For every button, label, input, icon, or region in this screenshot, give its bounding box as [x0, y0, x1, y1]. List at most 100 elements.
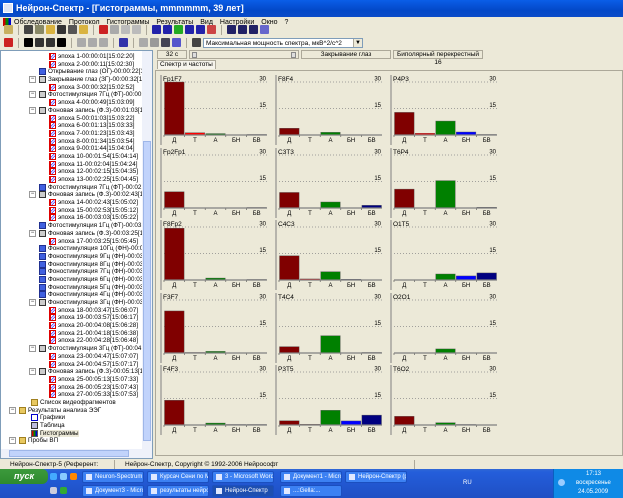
tree-item[interactable]: эпоха 26-00:05:23[15:07:43] — [1, 383, 143, 392]
preview-icon[interactable] — [121, 25, 130, 34]
gear-icon[interactable] — [150, 38, 159, 47]
tree-item[interactable]: эпоха 20-00:04:08[15:06:28] — [1, 322, 143, 330]
collapse-icon[interactable]: − — [29, 229, 36, 237]
chevron-down-icon[interactable]: ▼ — [353, 38, 362, 47]
collapse-icon[interactable]: − — [29, 91, 36, 99]
tree-item[interactable]: эпоха 9-00:01:44[15:04:04] — [1, 145, 143, 153]
last-icon[interactable] — [57, 38, 66, 47]
tree-item[interactable]: эпоха 21-00:04:18[15:06:38] — [1, 329, 143, 338]
tree-item[interactable]: Список видеофрагментов — [1, 398, 143, 407]
tree-item[interactable]: Фоностимуляция 8Гц (ФН)-00:03:45[15: — [1, 260, 152, 269]
tree-item[interactable]: − Фоностимуляция 3Гц (ФН)-00:03:47[15: — [1, 299, 152, 307]
scrollbar-thumb[interactable] — [143, 141, 151, 441]
time-slider[interactable] — [189, 50, 299, 59]
signal-icon[interactable] — [260, 25, 269, 34]
page-icon[interactable] — [88, 38, 97, 47]
taskbar-button[interactable]: Документ3 - Microso... — [82, 485, 144, 497]
tree-item[interactable]: Фоностимуляция 9Гц (ФН)-00:03:44[15: — [1, 252, 152, 261]
tree-item[interactable]: Таблица — [1, 422, 143, 430]
table-icon[interactable] — [161, 38, 170, 47]
tree-item[interactable]: эпоха 17-00:03:25[15:05:45] — [1, 237, 143, 246]
tab-spectrum-frequencies[interactable]: Спектр и частоты — [157, 60, 216, 69]
tree-item[interactable]: эпоха 24-00:04:57[15:07:17] — [1, 360, 143, 369]
desktop-icon[interactable] — [50, 487, 57, 494]
color-chart-icon[interactable] — [119, 38, 128, 47]
tree-item[interactable]: − Фотостимуляция 3Гц (ФТ)-00:04:47[15: — [1, 345, 152, 353]
tile-h-icon[interactable] — [238, 25, 247, 34]
taskbar-button[interactable]: Курсач Сени по Моб... — [147, 471, 209, 483]
tree-item[interactable]: − Фоновая запись (Ф.З)-00:03:25[15:05:45 — [1, 229, 152, 238]
tree-item[interactable]: эпоха 5-00:01:03[15:03:22] — [1, 114, 143, 123]
patient-icon[interactable] — [24, 25, 33, 34]
histogram-icon[interactable] — [4, 38, 13, 47]
tree-item[interactable]: − Фоновая запись (Ф.З)-00:01:03[15:03:2 — [1, 106, 152, 115]
tree-item[interactable]: эпоха 3-00:00:32[15:02:52] — [1, 83, 143, 92]
taskbar-button[interactable]: результаты нейрос... — [147, 485, 209, 497]
tree-item[interactable]: Фоностимуляция 7Гц (ФН)-00:03:45[15: — [1, 268, 152, 276]
collapse-icon[interactable]: − — [29, 106, 36, 114]
tree-item[interactable]: − Фотостимуляция 7Гц (ФТ)-00:00:49[15:0 — [1, 91, 152, 99]
card-icon[interactable] — [35, 25, 44, 34]
import-icon[interactable] — [99, 25, 108, 34]
firefox-icon[interactable] — [70, 473, 77, 480]
tree-item[interactable]: эпоха 2-00:00:11[15:02:30] — [1, 60, 143, 69]
taskbar-button[interactable]: Нейрон-Спектр (рук... — [345, 471, 407, 483]
taskbar-button[interactable]: 3 - Microsoft Word — [212, 471, 274, 483]
tree-item[interactable]: эпоха 12-00:02:15[15:04:35] — [1, 168, 143, 176]
tree-item[interactable]: эпоха 25-00:05:13[15:07:33] — [1, 375, 143, 384]
tree-item[interactable]: − Закрывание глаз (ЗГ)-00:00:32[15:02:52 — [1, 76, 152, 84]
clock-time[interactable]: 17:13 — [586, 471, 601, 477]
first-icon[interactable] — [24, 38, 33, 47]
tree-toggle-icon[interactable] — [4, 25, 13, 34]
collapse-icon[interactable]: − — [29, 299, 36, 306]
filter-icon[interactable] — [99, 38, 108, 47]
tree-item[interactable]: Фоностимуляция 5Гц (ФН)-00:03:46[15: — [1, 283, 152, 292]
tree-item[interactable]: эпоха 13-00:02:25[15:04:45] — [1, 176, 143, 184]
montage2-icon[interactable] — [163, 25, 172, 34]
tree-item[interactable]: эпоха 7-00:01:23[15:03:43] — [1, 129, 143, 138]
scrollbar-thumb[interactable] — [9, 450, 129, 457]
cascade-icon[interactable] — [227, 25, 236, 34]
tree-item[interactable]: Гистограммы — [1, 429, 143, 438]
collapse-icon[interactable]: − — [29, 345, 36, 353]
next-icon[interactable] — [46, 38, 55, 47]
tree-item[interactable]: − Фоновая запись (Ф.З)-00:02:43[15:05:02 — [1, 191, 152, 199]
tree-item[interactable]: эпоха 15-00:02:53[15:05:12] — [1, 206, 143, 215]
export-icon[interactable] — [68, 25, 77, 34]
explorer-icon[interactable] — [60, 473, 67, 480]
tree-item[interactable]: Графики — [1, 414, 143, 422]
tree-item[interactable]: Фотостимуляция 1Гц (ФТ)-00:03:16[15:0 — [1, 222, 152, 230]
print-icon[interactable] — [132, 25, 141, 34]
language-indicator[interactable]: RU — [463, 480, 472, 486]
collapse-icon[interactable]: − — [9, 437, 16, 445]
montage4-icon[interactable] — [185, 25, 194, 34]
tree-item[interactable]: эпоха 18-00:03:47[15:06:07] — [1, 306, 143, 315]
tree-item[interactable]: эпоха 16-00:03:03[15:05:22] — [1, 214, 143, 222]
collapse-icon[interactable]: − — [9, 406, 16, 414]
tree-item[interactable]: Открывание глаз (ОГ)-00:00:22[15:02:42 — [1, 68, 152, 76]
tree-item[interactable]: эпоха 14-00:02:43[15:05:02] — [1, 199, 143, 207]
tree-item[interactable]: Фоностимуляция 10Гц (ФН)-00:03:41[15: — [1, 245, 152, 253]
tree-item[interactable]: эпоха 1-00:00:01[15:02:20] — [1, 53, 143, 61]
tree-item[interactable]: эпоха 11-00:02:04[15:04:24] — [1, 160, 143, 169]
tree-item[interactable]: эпоха 27-00:05:33[15:07:53] — [1, 391, 143, 399]
tree-item[interactable]: эпоха 8-00:01:34[15:03:54] — [1, 137, 143, 146]
app-quicklaunch-icon[interactable] — [60, 487, 67, 494]
tree-item[interactable]: Фоностимуляция 6Гц (ФН)-00:03:45[15: — [1, 275, 152, 284]
taskbar-button-active[interactable]: Нейрон-Спектр — [212, 485, 274, 497]
doc-icon[interactable] — [139, 38, 148, 47]
start-button[interactable]: пуск — [0, 469, 48, 484]
collapse-icon[interactable]: − — [29, 368, 36, 376]
save-icon[interactable] — [57, 25, 66, 34]
tree-item[interactable]: эпоха 4-00:00:49[15:03:09] — [1, 99, 143, 107]
tree-item[interactable]: − Пробы ВП — [1, 437, 143, 445]
edit-icon[interactable] — [110, 25, 119, 34]
tree-item[interactable]: эпоха 19-00:03:57[15:06:17] — [1, 314, 143, 322]
spectrum-parameter-select[interactable]: Максимальная мощность спектра, мкВ^2/с^2… — [203, 37, 363, 48]
tree-item[interactable]: эпоха 23-00:04:47[15:07:07] — [1, 352, 143, 361]
tile-v-icon[interactable] — [249, 25, 258, 34]
tray-icon[interactable] — [558, 479, 565, 486]
tree-item[interactable]: эпоха 6-00:01:13[15:03:33] — [1, 122, 143, 130]
taskbar-button[interactable]: ...:Gella:... — [280, 485, 342, 497]
tree-horizontal-scrollbar[interactable] — [1, 449, 152, 458]
